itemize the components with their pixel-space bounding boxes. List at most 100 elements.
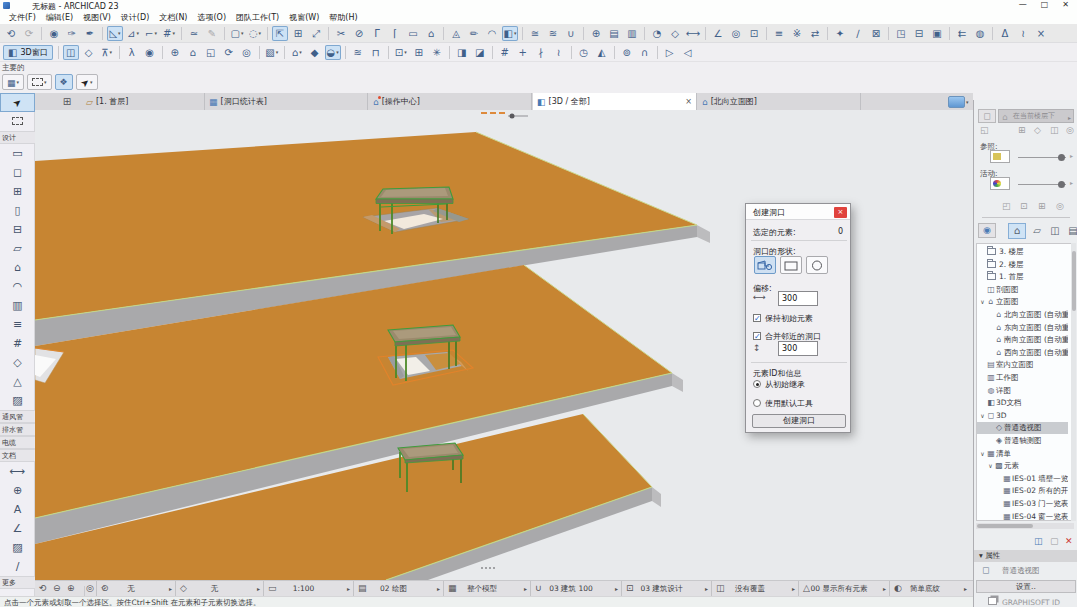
inject-parameters-button[interactable]: ✒ xyxy=(82,26,98,41)
expander-icon[interactable]: ∨ xyxy=(979,296,986,308)
pan-button[interactable]: ⇇ xyxy=(954,26,970,41)
tab-1[interactable]: ▦[洞口统计表] xyxy=(205,93,368,110)
guide-segment-button[interactable]: ∤ xyxy=(533,45,549,60)
mirror-3d-button[interactable]: ◭ xyxy=(594,45,610,60)
project-chooser-button[interactable]: ◉ xyxy=(978,223,996,238)
door-tool[interactable]: ◻ xyxy=(0,163,35,182)
tree-item-19[interactable]: ▦IES-02 所有的开口 xyxy=(977,485,1068,497)
element-settings-button[interactable]: ▦▾ xyxy=(2,74,24,90)
active-opacity-slider[interactable] xyxy=(1058,181,1065,188)
model-view-options[interactable]: ⊡03 建筑设计▸ xyxy=(621,581,711,597)
cutting-planes-button[interactable]: ◆ xyxy=(307,45,323,60)
trace-reference-combo[interactable]: ⌂ 在当前楼层下 ▸ xyxy=(998,109,1074,123)
menu-1[interactable]: 编辑(E) xyxy=(41,11,78,23)
schedules-button[interactable]: ≡ xyxy=(771,26,787,41)
tree-item-6[interactable]: ⌂东向立面图 (自动重建) xyxy=(977,322,1068,334)
menu-8[interactable]: 帮助(H) xyxy=(324,11,362,23)
project-map-tab[interactable]: ⌂ xyxy=(1008,223,1026,239)
column-tool[interactable]: ▯ xyxy=(0,201,35,220)
magic-wand-button[interactable]: ≃ xyxy=(186,26,202,41)
active-color-chip[interactable] xyxy=(990,177,1010,190)
grid-window-button[interactable]: ▣ xyxy=(929,26,945,41)
close-view-button[interactable]: × xyxy=(1033,26,1049,41)
adjust-button[interactable]: Γ xyxy=(369,26,385,41)
look-to-button[interactable]: ◉ xyxy=(142,45,158,60)
perspective-button[interactable]: ◫ xyxy=(63,45,79,60)
favorites-button[interactable]: ◉ xyxy=(46,26,62,41)
walk-mode-button[interactable]: λ xyxy=(124,45,140,60)
snap-point-button[interactable]: + xyxy=(515,45,531,60)
intersect-button[interactable]: ⌂ xyxy=(423,26,439,41)
maximize-button[interactable]: □ xyxy=(1041,0,1049,9)
tab-4[interactable]: ⌂[北向立面图] xyxy=(698,93,861,110)
panel-mode-button[interactable]: ◻ xyxy=(978,109,996,123)
camera-button[interactable]: ⊡▾ xyxy=(393,45,409,60)
undo-button[interactable]: ⟲ xyxy=(3,26,19,41)
tree-item-18[interactable]: ▦IES-01 墙壁一览表 xyxy=(977,473,1068,485)
view-map-tab[interactable]: ▱ xyxy=(1028,223,1046,239)
3d-projection-settings-button[interactable]: ⌂▾ xyxy=(289,45,305,60)
window-tool[interactable]: ⊞ xyxy=(0,182,35,201)
zone-tool[interactable]: ▨ xyxy=(0,391,35,410)
snap-grid-button[interactable]: #▾ xyxy=(161,26,177,41)
tree-item-2[interactable]: 1. 首层 xyxy=(977,271,1068,283)
spline-edit-button[interactable]: ≀ xyxy=(551,45,567,60)
slab-top-3-edge[interactable] xyxy=(697,225,710,243)
marquee-3d-button[interactable]: ▧▾ xyxy=(264,45,280,60)
add-button[interactable]: ⊕ xyxy=(588,26,604,41)
explore-button[interactable]: ◎ xyxy=(239,45,255,60)
elevate-button[interactable]: ◬ xyxy=(448,26,464,41)
markup-button[interactable]: ※ xyxy=(789,26,805,41)
editing-plane-button[interactable]: # xyxy=(497,45,513,60)
tab-close-icon[interactable]: × xyxy=(679,97,692,106)
railing-tool[interactable]: # xyxy=(0,334,35,353)
tree-item-16[interactable]: ∨▦清单 xyxy=(977,448,1068,460)
layers-button[interactable]: ▤ xyxy=(606,26,622,41)
stories-button[interactable]: ▥ xyxy=(624,26,640,41)
arrow-tool[interactable]: ➤ xyxy=(0,93,35,112)
publisher-button[interactable]: ◪ xyxy=(472,45,488,60)
tree-vscrollbar[interactable] xyxy=(1071,243,1076,521)
beam-tool[interactable]: ⊟ xyxy=(0,220,35,239)
tree-item-7[interactable]: ⌂南向立面图 (自动重建) xyxy=(977,334,1068,346)
menu-7[interactable]: 视窗(W) xyxy=(284,11,324,23)
label-tool[interactable]: ∠ xyxy=(0,519,35,538)
tab-0[interactable]: ▱[1. 首层] xyxy=(82,93,205,110)
distribute-button[interactable]: ≋ xyxy=(545,26,561,41)
marquee-mode-button[interactable]: ▾ xyxy=(27,74,52,90)
tree-item-20[interactable]: ▦IES-03 门一览表 xyxy=(977,498,1068,510)
align-button[interactable]: ≅ xyxy=(527,26,543,41)
suspend-snap-button[interactable]: ❖ xyxy=(55,74,73,90)
tab-3[interactable]: ◧[3D / 全部]× xyxy=(533,93,697,110)
delete-item-button[interactable]: ✕ xyxy=(1065,536,1073,546)
target-point-button[interactable]: ⊚ xyxy=(619,45,635,60)
sun-position-button[interactable]: ◷ xyxy=(576,45,592,60)
menu-5[interactable]: 选项(O) xyxy=(193,11,232,23)
gravity-button[interactable]: ⌐▾ xyxy=(143,26,159,41)
mesh-tool[interactable]: △ xyxy=(0,372,35,391)
merge-openings-checkbox[interactable]: ✓ xyxy=(753,332,761,340)
layer-combination[interactable]: ▤02 绘图▸ xyxy=(353,581,443,597)
groups-button[interactable]: ▢▾ xyxy=(229,26,245,41)
zoom-in-icon[interactable]: ⊕ xyxy=(67,583,75,593)
curtain-wall-tool[interactable]: ▥ xyxy=(0,296,35,315)
virtual-trace-button[interactable]: ◧▾ xyxy=(502,26,518,41)
shape-circle-button[interactable] xyxy=(806,256,828,274)
fit-in-window-button[interactable]: ◱ xyxy=(203,45,219,60)
drag-button[interactable]: ⇱ xyxy=(272,26,288,41)
fill-tool[interactable]: ▨ xyxy=(0,538,35,557)
polyline-button[interactable]: ≀ xyxy=(1015,26,1031,41)
level-dimension-tool[interactable]: ⊕ xyxy=(0,481,35,500)
inherit-radio[interactable] xyxy=(753,380,761,388)
home-view-button[interactable]: ⌂ xyxy=(185,45,201,60)
new-viewpoint-icon[interactable]: ⊞ xyxy=(1018,125,1026,135)
element-info-button[interactable]: ⊡ xyxy=(746,26,762,41)
stair-tool[interactable]: ≡ xyxy=(0,315,35,334)
render-settings-button[interactable]: ✦ xyxy=(832,26,848,41)
structure-display[interactable]: ▦整个模型▸ xyxy=(443,581,530,597)
shadows-button[interactable]: ◒▾ xyxy=(325,45,341,60)
refresh-icon[interactable]: ◎ xyxy=(1066,125,1074,135)
fly-through-button[interactable]: ▷ xyxy=(662,45,678,60)
reference-color-chip[interactable] xyxy=(990,150,1010,163)
orbit-mode-icon[interactable]: ◎ xyxy=(86,583,94,593)
